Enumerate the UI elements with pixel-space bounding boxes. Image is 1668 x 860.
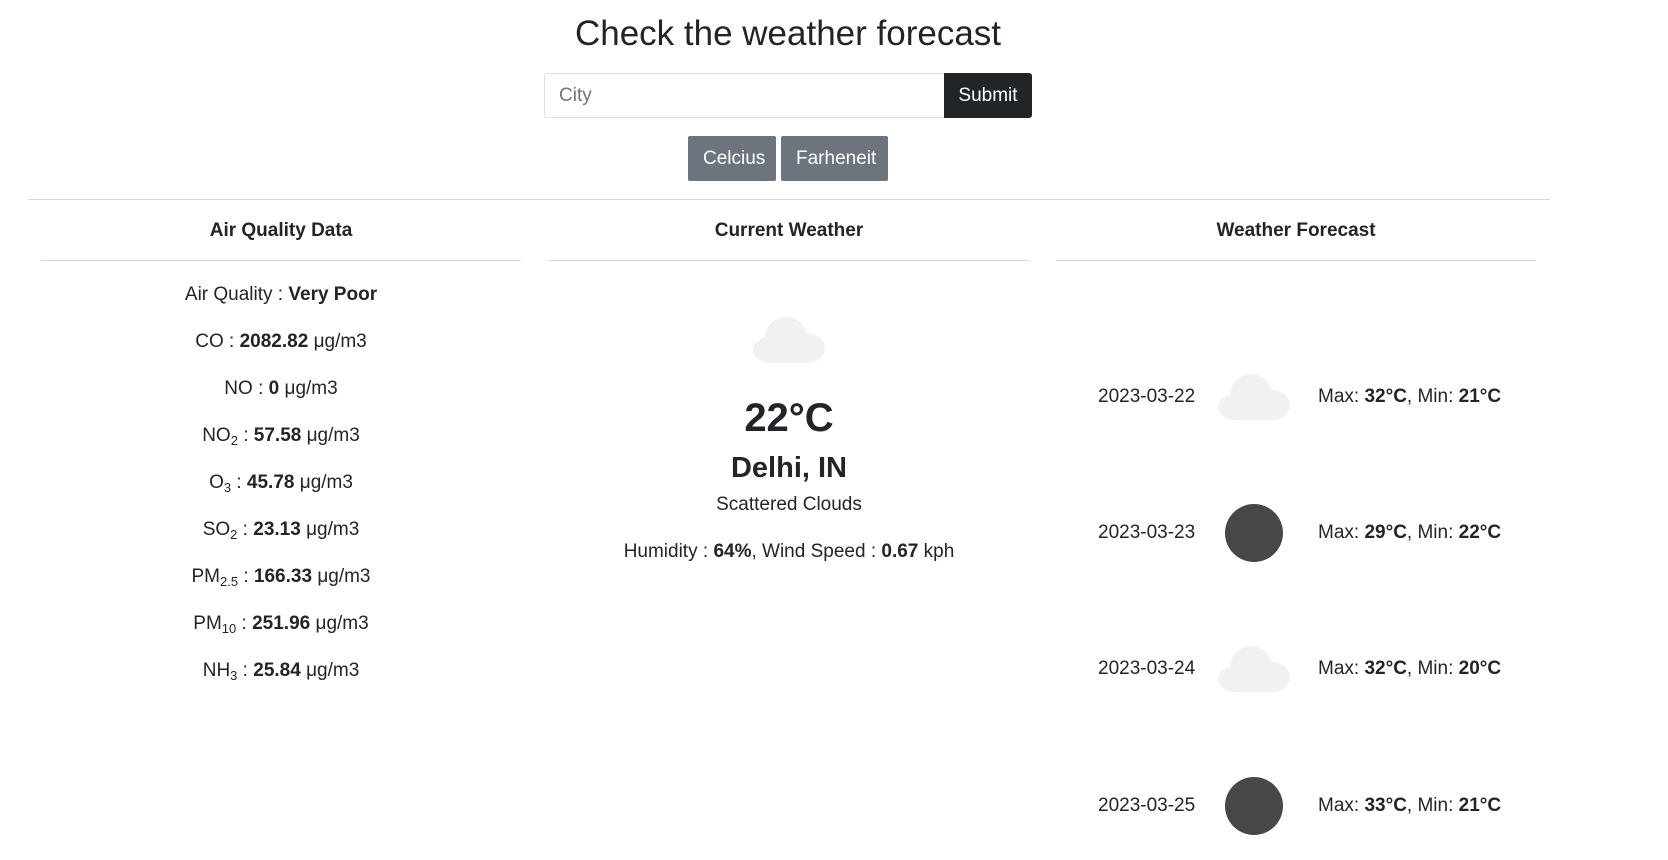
air-quality-row: O3 : 45.78 μg/m3 [209, 472, 353, 495]
max-temperature: 32°C [1364, 386, 1407, 407]
forecast-temperatures: Max: 33°C, Min: 21°C [1318, 795, 1502, 816]
cloud-icon [753, 317, 825, 363]
unit-toggle: Celcius Farheneit [688, 136, 888, 181]
air-quality-header: Air Quality Data [41, 200, 521, 261]
pollutant-subscript: 3 [223, 480, 232, 495]
cloud-icon [1218, 374, 1290, 420]
pollutant-label: SO [202, 519, 231, 540]
current-weather-panel: Current Weather 22°C Delhi, IN Scattered… [549, 200, 1029, 562]
weather-description: Scattered Clouds [716, 494, 862, 515]
forecast-row: 2023-03-24 Max: 32°C, Min: 20°C [1056, 639, 1536, 699]
wind-speed-value: 0.67 [881, 541, 919, 562]
min-label: Min: [1417, 386, 1454, 407]
max-temperature: 29°C [1364, 522, 1407, 543]
search-form: Submit [544, 73, 1032, 118]
pollutant-subscript: 10 [221, 621, 237, 636]
pollutant-value: 2082.82 [239, 331, 309, 352]
min-label: Min: [1417, 658, 1454, 679]
forecast-date: 2023-03-22 [1098, 386, 1196, 407]
min-temperature: 20°C [1458, 658, 1502, 679]
air-quality-list: Air Quality : Very Poor CO : 2082.82 μg/m… [41, 271, 521, 694]
air-quality-row: CO : 2082.82 μg/m3 [195, 331, 367, 352]
min-label: Min: [1417, 795, 1454, 816]
pollutant-subscript: 2.5 [219, 574, 239, 589]
pollutant-unit: μg/m3 [317, 566, 371, 587]
pollutant-unit: μg/m3 [313, 331, 367, 352]
pollutant-unit: μg/m3 [284, 378, 338, 399]
pollutant-unit: μg/m3 [306, 660, 360, 681]
max-label: Max: [1318, 386, 1360, 407]
pollutant-value: 166.33 [253, 566, 313, 587]
pollutant-value: 251.96 [252, 613, 311, 634]
air-quality-row: SO2 : 23.13 μg/m3 [202, 519, 360, 542]
pollutant-label: NH [202, 660, 231, 681]
humidity-value: 64% [713, 541, 752, 562]
pollutant-label: Air Quality [184, 284, 273, 305]
forecast-row: 2023-03-22 Max: 32°C, Min: 21°C [1056, 367, 1536, 427]
cloud-icon [1218, 646, 1290, 692]
pollutant-value: 0 [268, 378, 280, 399]
max-temperature: 32°C [1364, 658, 1407, 679]
min-temperature: 21°C [1458, 386, 1502, 407]
pollutant-unit: μg/m3 [299, 472, 353, 493]
air-quality-row: NO : 0 μg/m3 [224, 378, 338, 399]
air-quality-row: NO2 : 57.58 μg/m3 [202, 425, 360, 448]
forecast-row: 2023-03-25 Max: 33°C, Min: 21°C [1056, 776, 1536, 836]
pollutant-subscript: 3 [230, 668, 238, 683]
air-quality-row: Air Quality : Very Poor [184, 284, 378, 305]
min-temperature: 22°C [1458, 522, 1502, 543]
weather-forecast-panel: Weather Forecast 2023-03-22 Max: 32°C, Mi… [1056, 200, 1536, 835]
max-label: Max: [1318, 795, 1360, 816]
current-temperature: 22°C [744, 396, 834, 440]
pollutant-value: 25.84 [253, 660, 301, 681]
pollutant-label: PM [191, 566, 220, 587]
air-quality-row: NH3 : 25.84 μg/m3 [202, 660, 360, 683]
pollutant-subscript: 2 [230, 433, 238, 448]
pollutant-value: Very Poor [288, 284, 378, 305]
city-input[interactable] [544, 73, 944, 118]
pollutant-subscript: 2 [230, 527, 238, 542]
fahrenheit-button[interactable]: Farheneit [781, 136, 888, 181]
max-temperature: 33°C [1364, 795, 1407, 816]
min-label: Min: [1417, 522, 1454, 543]
forecast-date: 2023-03-24 [1098, 658, 1196, 679]
pollutant-label: CO [195, 331, 224, 352]
pollutant-unit: μg/m3 [306, 425, 360, 446]
forecast-row: 2023-03-23 Max: 29°C, Min: 22°C [1056, 503, 1536, 563]
humidity-label: Humidity : [623, 541, 709, 562]
pollutant-label: NO [224, 378, 253, 399]
pollutant-label: PM [193, 613, 222, 634]
forecast-date: 2023-03-25 [1098, 795, 1196, 816]
pollutant-value: 45.78 [246, 472, 295, 493]
pollutant-unit: μg/m3 [306, 519, 360, 540]
air-quality-row: PM2.5 : 166.33 μg/m3 [191, 566, 371, 589]
weather-forecast-header: Weather Forecast [1056, 200, 1536, 261]
pollutant-label: O [209, 472, 224, 493]
submit-button[interactable]: Submit [944, 73, 1032, 118]
forecast-temperatures: Max: 29°C, Min: 22°C [1318, 522, 1502, 543]
weather-details: Humidity : 64%, Wind Speed : 0.67 kph [623, 541, 955, 562]
pollutant-unit: μg/m3 [315, 613, 369, 634]
wind-speed-label: Wind Speed : [762, 541, 877, 562]
min-temperature: 21°C [1458, 795, 1502, 816]
page-title: Check the weather forecast [574, 14, 1002, 53]
wind-speed-unit: kph [923, 541, 955, 562]
forecast-temperatures: Max: 32°C, Min: 20°C [1318, 658, 1502, 679]
max-label: Max: [1318, 522, 1360, 543]
current-location: Delhi, IN [730, 452, 847, 484]
air-quality-panel: Air Quality Data Air Quality : Very Poor… [41, 200, 521, 694]
max-label: Max: [1318, 658, 1360, 679]
pollutant-value: 57.58 [253, 425, 302, 446]
air-quality-row: PM10 : 251.96 μg/m3 [193, 613, 369, 636]
celsius-button[interactable]: Celcius [688, 136, 776, 181]
forecast-temperatures: Max: 32°C, Min: 21°C [1318, 386, 1502, 407]
current-weather-header: Current Weather [549, 200, 1029, 261]
moon-icon [1225, 504, 1283, 562]
pollutant-label: NO [202, 425, 231, 446]
pollutant-value: 23.13 [253, 519, 301, 540]
forecast-date: 2023-03-23 [1098, 522, 1196, 543]
moon-icon [1225, 777, 1283, 835]
